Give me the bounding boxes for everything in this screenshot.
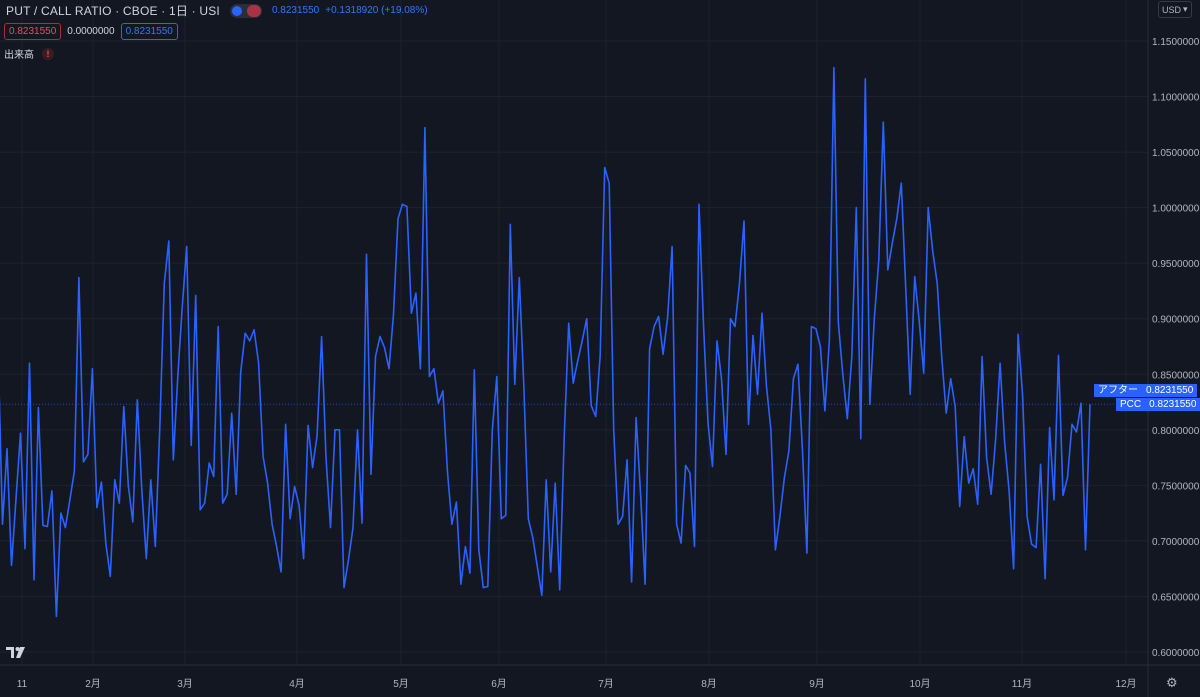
y-tick-label: 0.9500000 (1152, 259, 1200, 270)
x-tick-label: 8月 (701, 678, 717, 690)
x-tick-label: 6月 (491, 678, 507, 690)
x-tick-label: 11月 (1012, 678, 1032, 690)
after-hours-tag: アフター 0.8231550 (1094, 384, 1198, 397)
y-tick-label: 1.0000000 (1152, 204, 1200, 215)
pcc-value: 0.8231550 (1145, 398, 1200, 411)
market-status-icon (231, 5, 242, 16)
y-tick-label: 0.8000000 (1152, 426, 1200, 437)
market-closed-icon (246, 4, 261, 17)
currency-selector[interactable]: USD ▾ (1158, 1, 1192, 18)
x-tick-label: 11 (17, 679, 28, 690)
spread-value: 0.0000000 (67, 26, 115, 37)
bid-ask-row: 0.8231550 0.0000000 0.8231550 (4, 23, 178, 40)
y-tick-label: 1.0500000 (1152, 148, 1200, 159)
price-change: +0.1318920 (+19.08%) (325, 5, 428, 16)
warning-icon[interactable]: ! (42, 47, 54, 60)
x-tick-label: 12月 (1115, 678, 1136, 690)
pcc-tag: PCC 0.8231550 (1116, 398, 1200, 411)
symbol-header: PUT / CALL RATIO · CBOE · 1日 · USI 0.823… (6, 2, 428, 19)
x-tick-label: 4月 (289, 678, 305, 690)
ask-button[interactable]: 0.8231550 (120, 23, 178, 40)
bid-button[interactable]: 0.8231550 (4, 23, 62, 40)
y-tick-label: 1.1000000 (1152, 93, 1200, 104)
tradingview-logo-icon[interactable] (5, 644, 29, 664)
series-line (0, 66, 1091, 618)
y-tick-label: 0.6500000 (1152, 592, 1200, 603)
currency-label: USD (1162, 4, 1182, 15)
symbol-title[interactable]: PUT / CALL RATIO · CBOE · 1日 · USI (6, 2, 220, 19)
y-tick-label: 0.8500000 (1152, 370, 1200, 381)
x-tick-label: 3月 (177, 678, 193, 690)
y-tick-label: 1.1500000 (1152, 37, 1200, 48)
chevron-down-icon: ▾ (1183, 4, 1188, 14)
pcc-label: PCC (1116, 398, 1146, 411)
price-chart[interactable]: 0.6000000 0.6500000 0.7000000 0.7500000 0.80… (0, 0, 1200, 697)
volume-label: 出来高 (4, 50, 34, 61)
x-tick-label: 9月 (809, 678, 825, 690)
y-tick-label: 0.7500000 (1152, 481, 1200, 492)
y-tick-label: 0.7000000 (1152, 537, 1200, 548)
last-price: 0.8231550 (271, 5, 320, 16)
x-tick-label: 5月 (393, 678, 409, 690)
x-tick-label: 7月 (598, 678, 614, 690)
after-hours-value: 0.8231550 (1142, 384, 1198, 397)
y-tick-label: 0.6000000 (1152, 648, 1200, 659)
after-hours-label: アフター (1094, 384, 1142, 397)
gear-icon[interactable]: ⚙ (1166, 675, 1178, 691)
x-tick-label: 10月 (909, 678, 930, 690)
x-tick-label: 2月 (85, 678, 101, 690)
market-status-toggle[interactable] (229, 3, 262, 18)
volume-legend[interactable]: 出来高 ! (4, 46, 54, 61)
y-tick-label: 0.9000000 (1152, 315, 1200, 326)
